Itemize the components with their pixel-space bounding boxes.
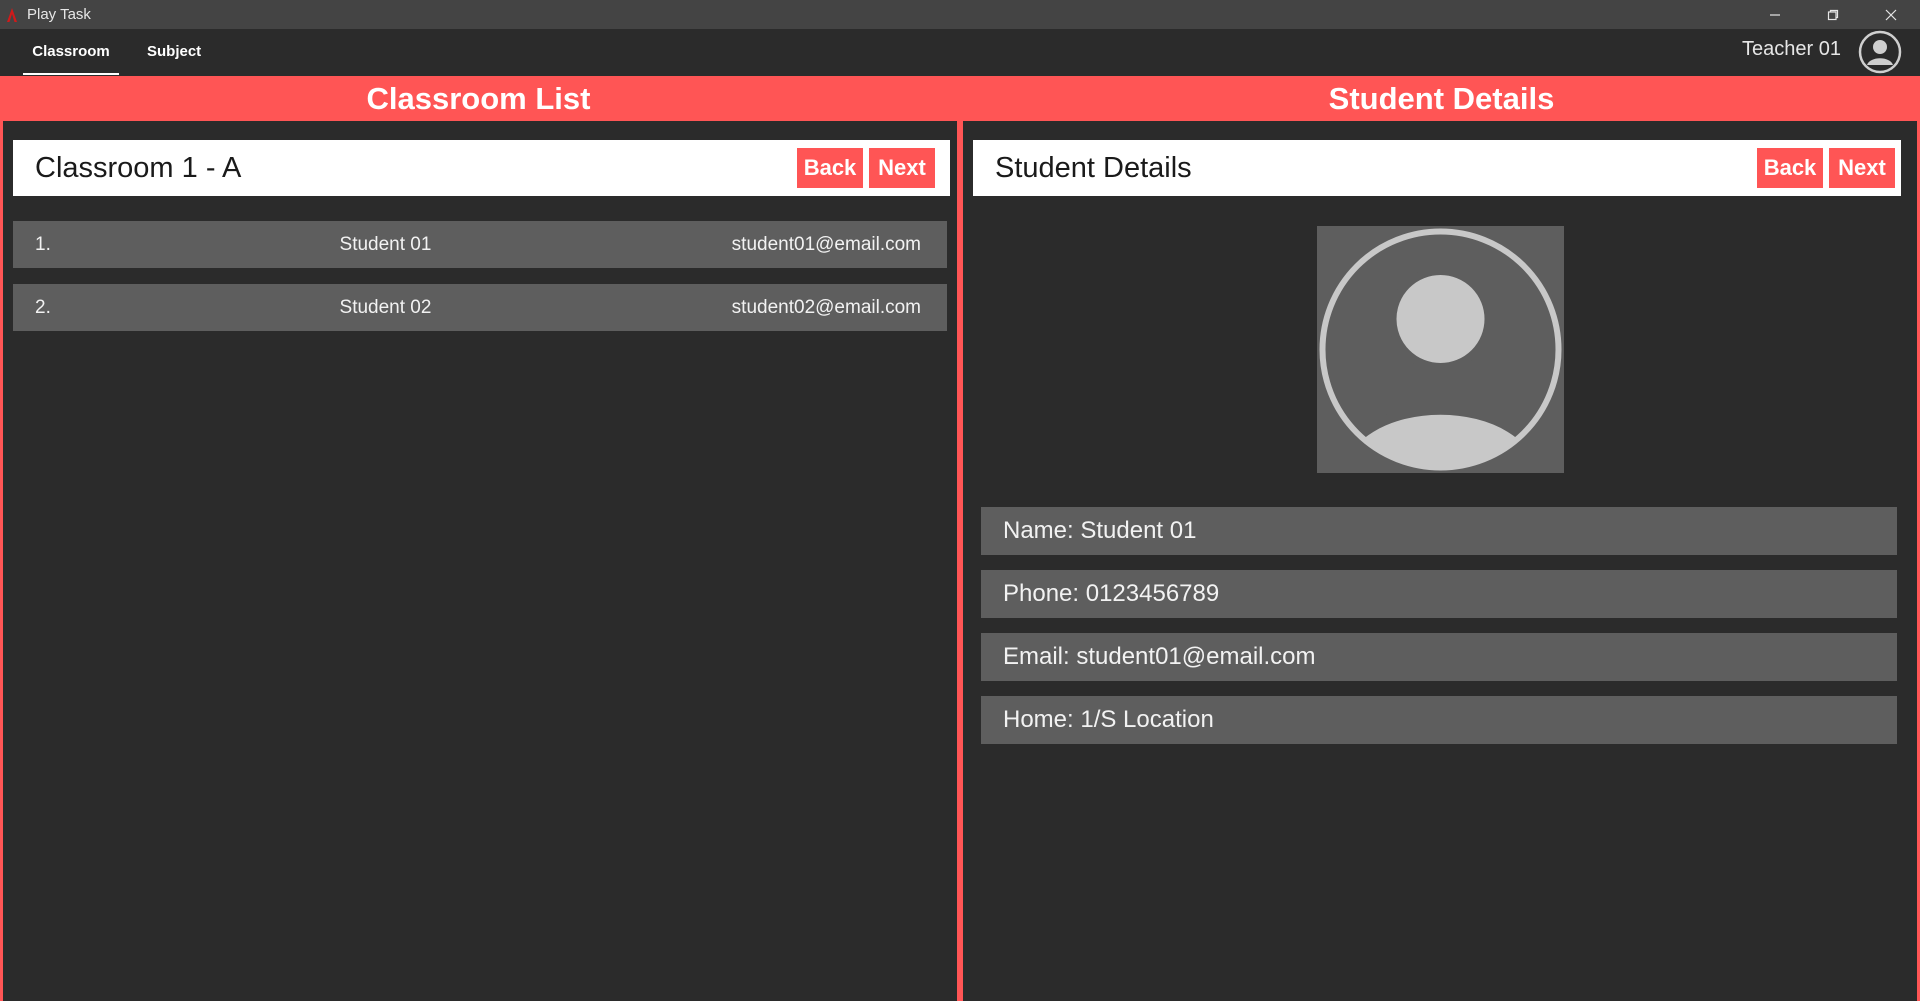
student-details-header: Student Details Back Next — [973, 140, 1901, 196]
details-back-button[interactable]: Back — [1757, 148, 1823, 188]
classroom-back-button[interactable]: Back — [797, 148, 863, 188]
close-button[interactable] — [1862, 0, 1920, 29]
student-details-band-title: Student Details — [1328, 81, 1555, 116]
student-row[interactable]: 1. Student 01 student01@email.com — [13, 221, 947, 268]
tab-subject[interactable]: Subject — [147, 29, 201, 73]
close-icon — [1885, 9, 1897, 20]
detail-home: Home: 1/S Location — [981, 696, 1897, 744]
row-student-email: student02@email.com — [731, 297, 921, 318]
window-title: Play Task — [27, 6, 91, 23]
detail-phone: Phone: 0123456789 — [981, 570, 1897, 618]
minimize-button[interactable] — [1746, 0, 1804, 29]
details-next-button[interactable]: Next — [1829, 148, 1895, 188]
profile-photo — [1317, 226, 1564, 473]
minimize-icon — [1770, 13, 1780, 16]
detail-phone-text: Phone: 0123456789 — [1003, 580, 1220, 607]
profile-photo-icon — [1319, 228, 1562, 471]
window-controls — [1746, 0, 1920, 29]
user-avatar-icon[interactable] — [1858, 30, 1902, 74]
row-student-name: Student 02 — [339, 297, 432, 318]
classroom-name: Classroom 1 - A — [35, 152, 242, 184]
app-icon — [7, 7, 17, 22]
student-details-header-title: Student Details — [995, 152, 1192, 184]
detail-name: Name: Student 01 — [981, 507, 1897, 555]
classroom-list-title: Classroom List — [366, 81, 591, 116]
detail-home-text: Home: 1/S Location — [1003, 706, 1214, 733]
detail-email-text: Email: student01@email.com — [1003, 643, 1316, 670]
title-bar: Play Task — [0, 0, 1920, 29]
nav-bar: Classroom Subject Teacher 01 — [0, 29, 1920, 76]
maximize-icon — [1827, 9, 1839, 20]
row-student-email: student01@email.com — [731, 234, 921, 255]
detail-name-text: Name: Student 01 — [1003, 517, 1197, 544]
student-row[interactable]: 2. Student 02 student02@email.com — [13, 284, 947, 331]
row-student-name: Student 01 — [339, 234, 432, 255]
classroom-header: Classroom 1 - A Back Next — [13, 140, 950, 196]
student-details-panel: Student Details Back Next Name: Student … — [960, 121, 1920, 1001]
tab-classroom[interactable]: Classroom — [23, 29, 119, 75]
user-name: Teacher 01 — [1742, 38, 1841, 60]
classroom-next-button[interactable]: Next — [869, 148, 935, 188]
header-band: Classroom List Student Details — [0, 76, 1920, 121]
maximize-button[interactable] — [1804, 0, 1862, 29]
classroom-list-panel: Classroom 1 - A Back Next 1. Student 01 … — [0, 121, 960, 1001]
detail-email: Email: student01@email.com — [981, 633, 1897, 681]
